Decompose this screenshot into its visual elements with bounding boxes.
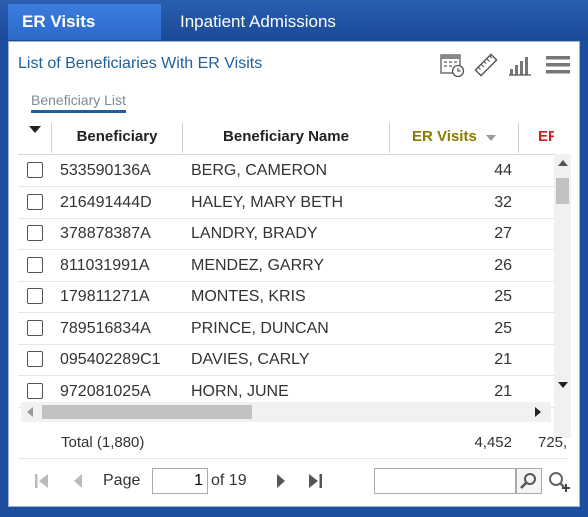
beneficiary-name: MENDEZ, GARRY bbox=[191, 257, 325, 274]
ruler-icon[interactable] bbox=[473, 52, 499, 78]
page-count-label: of 19 bbox=[211, 472, 247, 489]
first-page-icon[interactable] bbox=[32, 471, 52, 496]
column-header-er-cost[interactable]: ER C bbox=[538, 120, 554, 154]
scroll-up-icon[interactable] bbox=[558, 160, 568, 166]
row-checkbox[interactable] bbox=[27, 162, 43, 178]
er-visits-value: 27 bbox=[494, 225, 512, 242]
grid-header: Beneficiary Beneficiary Name ER Visits E… bbox=[18, 120, 554, 155]
scroll-left-icon[interactable] bbox=[27, 407, 33, 417]
er-visits-value: 25 bbox=[494, 288, 512, 305]
search-button[interactable] bbox=[516, 468, 542, 494]
advanced-search-icon[interactable] bbox=[546, 469, 572, 500]
beneficiary-id: 095402289C1 bbox=[60, 351, 161, 368]
table-row[interactable]: 811031991A MENDEZ, GARRY 26 bbox=[18, 250, 554, 282]
beneficiary-id: 216491444D bbox=[60, 194, 152, 211]
total-er-cost: 725, bbox=[538, 434, 568, 451]
row-checkbox[interactable] bbox=[27, 288, 43, 304]
table-row[interactable]: 216491444D HALEY, MARY BETH 32 bbox=[18, 187, 554, 219]
table-row[interactable]: 179811271A MONTES, KRIS 25 bbox=[18, 281, 554, 313]
column-header-er-visits-label: ER Visits bbox=[412, 128, 477, 145]
vertical-scroll-thumb[interactable] bbox=[556, 178, 569, 204]
menu-icon[interactable] bbox=[545, 52, 571, 78]
beneficiary-name: MONTES, KRIS bbox=[191, 288, 306, 305]
sort-descending-icon bbox=[485, 120, 496, 154]
beneficiary-name: HALEY, MARY BETH bbox=[191, 194, 344, 211]
er-visits-value: 21 bbox=[494, 351, 512, 368]
beneficiary-id: 179811271A bbox=[60, 288, 150, 305]
beneficiary-id: 378878387A bbox=[60, 225, 151, 242]
beneficiary-id: 789516834A bbox=[60, 320, 151, 337]
table-row[interactable]: 533590136A BERG, CAMERON 44 bbox=[18, 155, 554, 187]
beneficiary-name: DAVIES, CARLY bbox=[191, 351, 310, 368]
beneficiary-id: 811031991A bbox=[60, 257, 150, 274]
column-header-beneficiary[interactable]: Beneficiary bbox=[52, 120, 182, 154]
beneficiary-name: BERG, CAMERON bbox=[191, 162, 328, 179]
er-visits-value: 26 bbox=[494, 257, 512, 274]
beneficiary-name: PRINCE, DUNCAN bbox=[191, 320, 329, 337]
tab-inpatient-admissions[interactable]: Inpatient Admissions bbox=[166, 4, 356, 40]
row-checkbox[interactable] bbox=[27, 194, 43, 210]
scroll-right-icon[interactable] bbox=[535, 407, 541, 417]
bar-chart-icon[interactable] bbox=[507, 52, 533, 78]
er-visits-value: 44 bbox=[494, 162, 512, 179]
beneficiary-grid: Beneficiary Beneficiary Name ER Visits E… bbox=[18, 120, 554, 425]
column-header-beneficiary-name[interactable]: Beneficiary Name bbox=[183, 120, 389, 154]
table-row[interactable]: 378878387A LANDRY, BRADY 27 bbox=[18, 218, 554, 250]
last-page-icon[interactable] bbox=[305, 471, 325, 496]
tab-bar: ER Visits Inpatient Admissions bbox=[0, 0, 588, 40]
tab-er-visits[interactable]: ER Visits bbox=[8, 4, 161, 40]
beneficiary-name: LANDRY, BRADY bbox=[191, 225, 318, 242]
vertical-scrollbar[interactable] bbox=[554, 154, 571, 438]
subtab-beneficiary-list[interactable]: Beneficiary List bbox=[31, 92, 126, 113]
search-icon bbox=[520, 473, 536, 489]
totals-row: Total (1,880) 4,452 725, bbox=[18, 426, 568, 459]
er-visits-value: 32 bbox=[494, 194, 512, 211]
previous-page-icon[interactable] bbox=[70, 471, 86, 496]
table-row[interactable]: 789516834A PRINCE, DUNCAN 25 bbox=[18, 313, 554, 345]
grid-search-input[interactable] bbox=[374, 468, 516, 494]
panel-title: List of Beneficiaries With ER Visits bbox=[18, 55, 263, 72]
calendar-clock-icon[interactable] bbox=[439, 52, 465, 78]
horizontal-scrollbar[interactable] bbox=[21, 402, 551, 422]
er-visits-panel: List of Beneficiaries With ER Visits Ben… bbox=[8, 41, 580, 507]
next-page-icon[interactable] bbox=[273, 471, 289, 496]
row-checkbox[interactable] bbox=[27, 383, 43, 399]
page-label: Page bbox=[103, 472, 141, 489]
total-label: Total (1,880) bbox=[61, 434, 145, 451]
total-er-visits: 4,452 bbox=[474, 434, 512, 451]
scroll-down-icon[interactable] bbox=[558, 382, 568, 388]
row-checkbox[interactable] bbox=[27, 351, 43, 367]
select-all-dropdown-icon[interactable] bbox=[29, 122, 41, 140]
row-checkbox[interactable] bbox=[27, 257, 43, 273]
pager: Page of 19 bbox=[18, 463, 574, 499]
column-header-er-visits[interactable]: ER Visits bbox=[390, 120, 518, 154]
beneficiary-id: 533590136A bbox=[60, 162, 151, 179]
er-visits-value: 25 bbox=[494, 320, 512, 337]
row-checkbox[interactable] bbox=[27, 225, 43, 241]
horizontal-scroll-thumb[interactable] bbox=[42, 405, 252, 419]
row-checkbox[interactable] bbox=[27, 320, 43, 336]
table-row[interactable]: 095402289C1 DAVIES, CARLY 21 bbox=[18, 344, 554, 376]
page-number-input[interactable] bbox=[152, 468, 208, 494]
